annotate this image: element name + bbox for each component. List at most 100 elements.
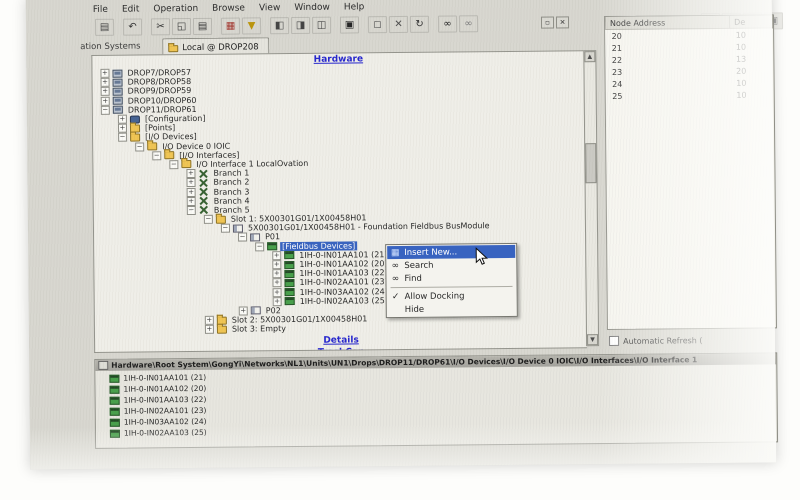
camera-icon[interactable]: ▣ (340, 16, 359, 33)
branch-icon (199, 188, 209, 196)
dock-item-label: 1IH-0-IN01AA103 (22) (124, 395, 207, 405)
expander-icon[interactable]: + (101, 87, 110, 96)
toolbar-separator (115, 19, 122, 34)
refresh-icon[interactable]: ↻ (410, 15, 429, 32)
table-cell: 20 (730, 64, 773, 76)
expander-icon[interactable]: + (272, 269, 281, 278)
expander-icon[interactable]: + (101, 96, 110, 105)
menu-item-label: Insert New... (404, 247, 457, 258)
expander-icon[interactable]: + (273, 288, 282, 297)
expander-icon[interactable]: − (187, 206, 196, 215)
expander-icon[interactable]: + (272, 279, 281, 288)
folder-icon (147, 142, 157, 150)
expander-icon[interactable]: + (100, 69, 109, 78)
device-icon (109, 374, 119, 382)
menu-item-insert-new[interactable]: ▦Insert New... (387, 245, 515, 259)
dock-item-label: 1IH-0-IN02AA101 (23) (124, 406, 207, 416)
expander-icon[interactable]: + (187, 197, 196, 206)
expander-icon[interactable]: + (101, 78, 110, 87)
menu-file[interactable]: File (86, 5, 115, 15)
hardware-list-dock: Hardware\Root System\GongYi\Networks\NL1… (94, 352, 778, 449)
tree-scrollbar[interactable]: ▲ ▼ (583, 50, 599, 346)
close-pane-icon[interactable]: ✕ (556, 16, 569, 28)
folder-in-icon[interactable]: ◧ (270, 17, 289, 34)
menu-operation[interactable]: Operation (146, 4, 205, 15)
tab-systems[interactable]: ation Systems (80, 41, 140, 52)
tree-node-label: DROP9/DROP59 (126, 86, 194, 96)
expander-icon[interactable]: + (186, 178, 195, 187)
scroll-thumb[interactable] (585, 143, 596, 183)
scroll-down-icon[interactable]: ▼ (587, 334, 598, 345)
search-icon[interactable]: ∞ (459, 15, 478, 32)
drop-icon (113, 106, 123, 114)
expander-icon[interactable]: + (205, 325, 214, 334)
menu-item-label: Hide (405, 304, 424, 314)
branch-icon (198, 170, 208, 178)
module-icon (250, 233, 260, 241)
menu-item-search[interactable]: ∞Search (387, 258, 515, 272)
expander-icon[interactable]: − (221, 224, 230, 233)
expander-icon[interactable]: + (272, 260, 281, 269)
expander-icon[interactable]: − (135, 142, 144, 151)
expander-icon[interactable]: − (238, 233, 247, 242)
expander-icon[interactable]: − (101, 106, 110, 115)
menu-window[interactable]: Window (287, 3, 337, 13)
table-row[interactable]: 2510 (606, 88, 773, 102)
menu-item-label: Search (404, 260, 433, 270)
print-icon[interactable]: ▤ (95, 18, 114, 35)
binoculars-icon[interactable]: ∞ (438, 15, 457, 32)
expander-icon[interactable]: + (205, 316, 214, 325)
tree-node-label: I/O Interface 1 LocalOvation (194, 159, 310, 169)
copy-icon[interactable]: ◱ (172, 18, 191, 35)
menu-item-label: Find (404, 273, 422, 283)
undo-icon[interactable]: ↶ (123, 18, 142, 35)
expander-icon[interactable]: + (187, 188, 196, 197)
table-cell: 10 (730, 88, 773, 100)
binoculars-icon: ∞ (389, 260, 401, 270)
cut-icon[interactable]: ✂ (151, 18, 170, 35)
menu-item-allow-docking[interactable]: ✓Allow Docking (388, 289, 516, 303)
menu-item-hide[interactable]: Hide (388, 302, 516, 316)
delete-icon[interactable]: ✕ (389, 15, 408, 32)
menu-browse[interactable]: Browse (205, 3, 252, 13)
menu-item-label: Allow Docking (405, 291, 465, 302)
column-header[interactable]: De (730, 15, 773, 28)
expander-icon[interactable]: − (204, 215, 213, 224)
automatic-refresh-checkbox[interactable] (609, 336, 619, 346)
device-icon (284, 279, 294, 287)
select-icon[interactable]: ◻ (368, 16, 387, 33)
tree-node-label: Slot 2: 5X00301G01/1X00458H01 (230, 314, 370, 324)
expander-icon[interactable]: − (152, 151, 161, 160)
folder-out-icon[interactable]: ◨ (291, 16, 310, 33)
insert-new-icon: ▦ (389, 247, 401, 257)
restore-pane-icon[interactable]: ▫ (541, 17, 554, 29)
tab-local-drop-label: Local @ DROP208 (182, 42, 259, 53)
expander-icon[interactable]: − (118, 133, 127, 142)
column-header[interactable]: Node Address (605, 16, 729, 30)
device-icon (284, 261, 294, 269)
pane-controls: ▫✕ (541, 16, 569, 28)
menu-view[interactable]: View (252, 3, 287, 13)
paste-icon[interactable]: ▤ (193, 17, 212, 34)
expander-icon[interactable]: + (239, 306, 248, 315)
expander-icon[interactable]: + (186, 169, 195, 178)
expander-icon[interactable]: + (118, 115, 127, 124)
expander-icon[interactable]: − (255, 242, 264, 251)
branch-icon (199, 206, 209, 214)
expander-icon[interactable]: + (118, 124, 127, 133)
color-grid-icon[interactable]: ▦ (221, 17, 240, 34)
tree-node-label: P02 (264, 306, 283, 315)
menu-item-find[interactable]: ∞Find (387, 271, 515, 285)
toolbar-separator (213, 18, 220, 33)
menu-help[interactable]: Help (337, 2, 372, 12)
menu-edit[interactable]: Edit (115, 4, 147, 14)
expander-icon[interactable]: − (169, 160, 178, 169)
device-icon (285, 288, 295, 296)
filter-icon[interactable]: ▼ (242, 17, 261, 34)
expander-icon[interactable]: + (273, 297, 282, 306)
scroll-up-icon[interactable]: ▲ (584, 51, 595, 62)
branch-icon (198, 179, 208, 187)
copy-item-icon[interactable]: ◫ (312, 16, 331, 33)
device-icon (110, 407, 120, 415)
expander-icon[interactable]: + (272, 251, 281, 260)
